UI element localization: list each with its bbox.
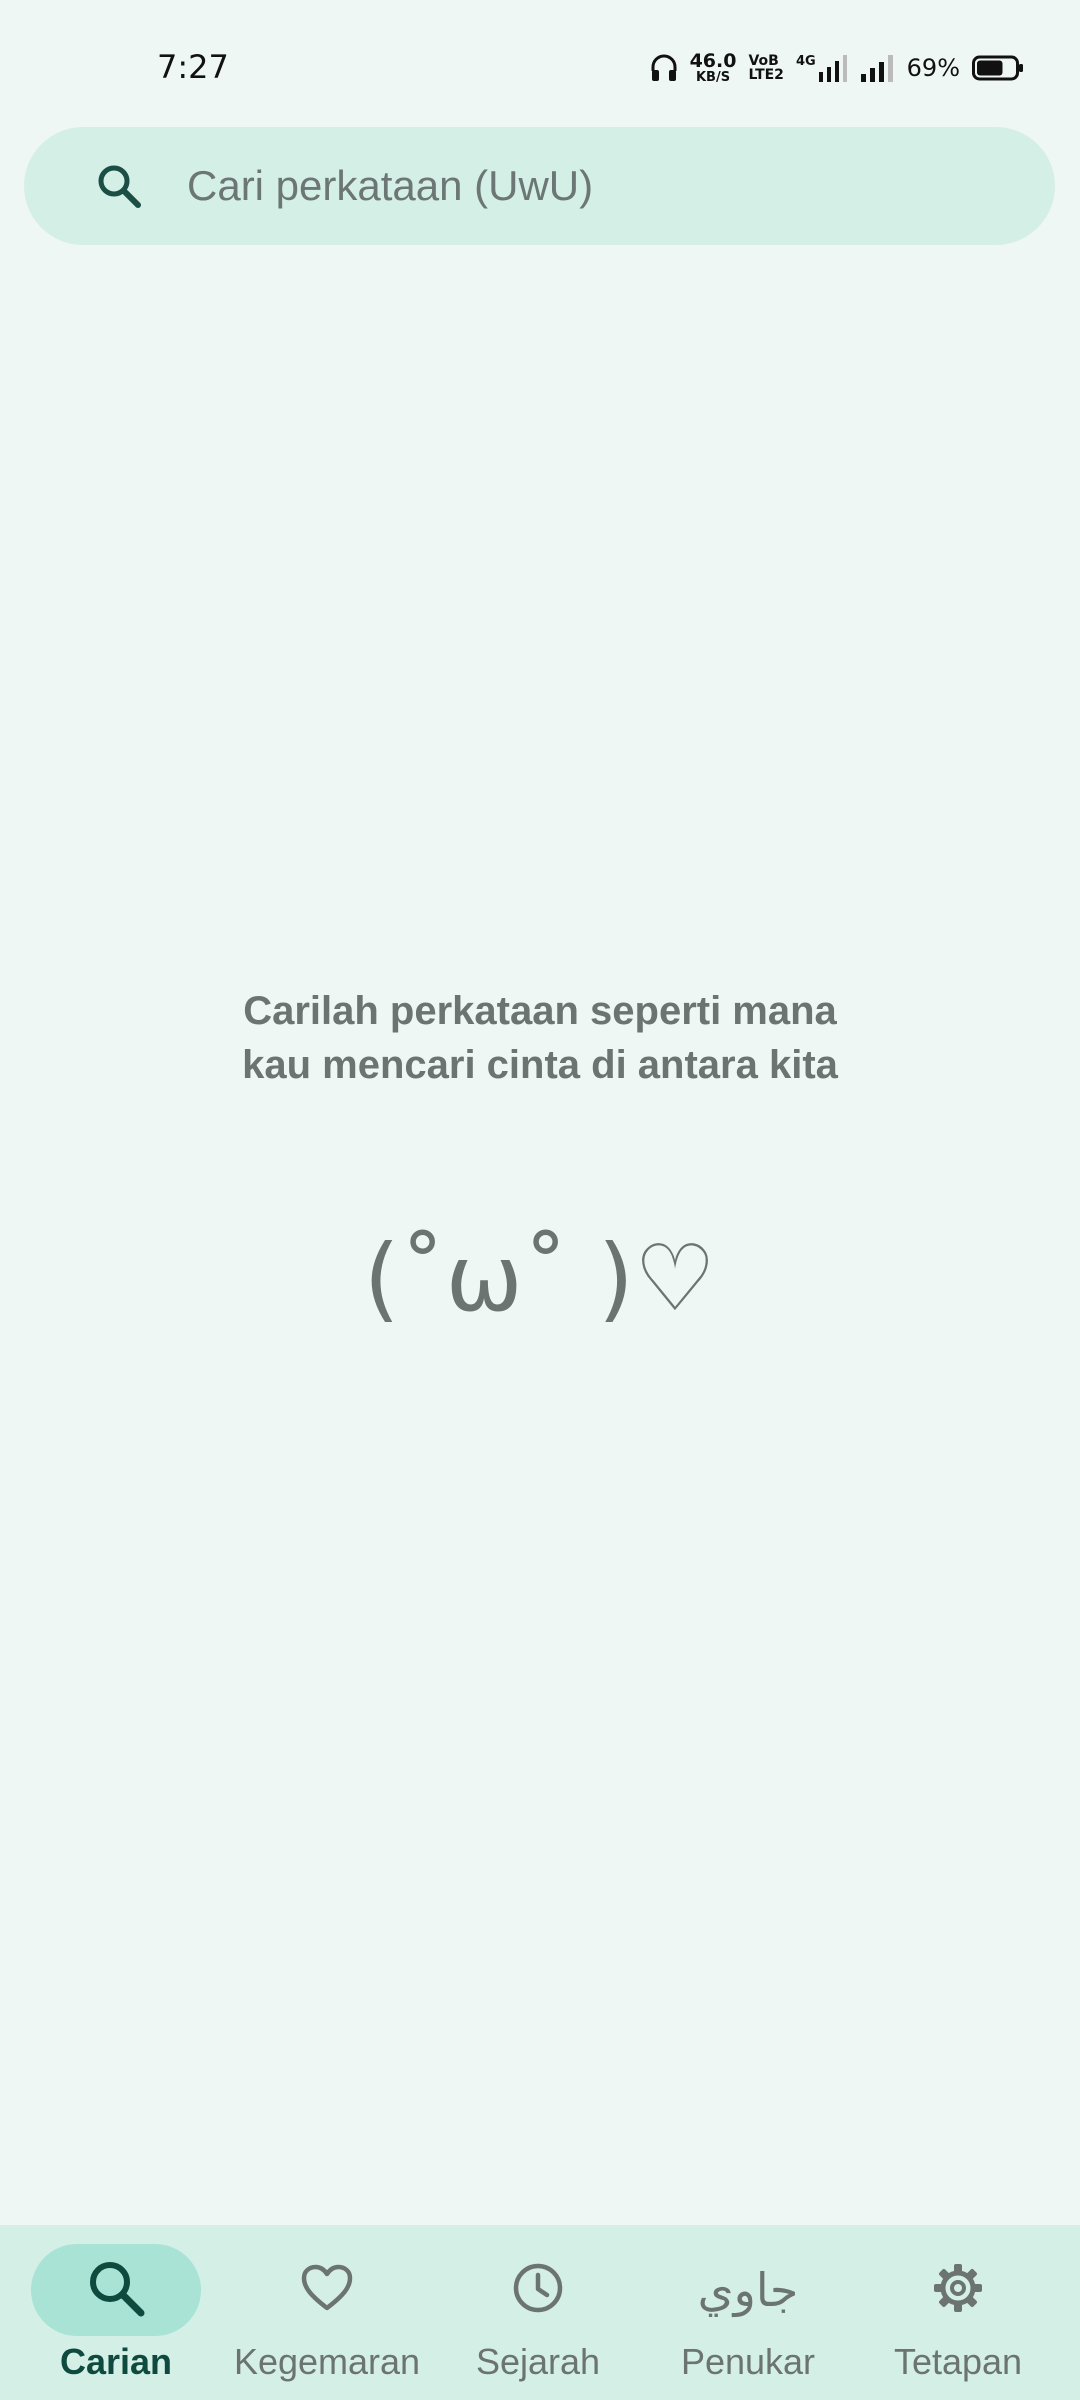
status-bar: 7:27 46.0 KB/S VoB LTE2 4G 69% — [0, 0, 1080, 120]
jawi-icon: جاوي — [697, 2263, 799, 2317]
nav-item-carian[interactable]: Carian — [8, 2225, 224, 2400]
nav-label-kegemaran: Kegemaran — [233, 2341, 421, 2382]
app-root: 7:27 46.0 KB/S VoB LTE2 4G 69% Cari perk… — [0, 0, 1080, 2400]
kaomoji: (˚ω˚ )♡ — [363, 1225, 717, 1332]
network-type: 4G — [795, 54, 816, 69]
volte-indicator: VoB LTE2 — [748, 54, 783, 82]
volte-bottom: LTE2 — [748, 67, 784, 83]
nav-icon-wrap — [873, 2244, 1043, 2336]
nav-item-sejarah[interactable]: Sejarah — [430, 2225, 646, 2400]
empty-state-line-1: Carilah perkataan seperti mana — [243, 989, 837, 1033]
nav-icon-wrap — [242, 2244, 412, 2336]
empty-state-line-2: kau mencari cinta di antara kita — [242, 1043, 838, 1087]
nav-item-tetapan[interactable]: Tetapan — [850, 2225, 1066, 2400]
search-bar[interactable] — [24, 127, 1055, 245]
nav-icon-wrap: جاوي — [663, 2244, 833, 2336]
battery-percent: 69% — [906, 54, 960, 82]
signal-icon — [860, 54, 895, 82]
empty-state-message: Carilah perkataan seperti mana kau menca… — [140, 984, 940, 1092]
headphones-icon — [650, 53, 678, 83]
network-speed: 46.0 KB/S — [689, 50, 737, 85]
search-input[interactable] — [187, 151, 1007, 221]
battery-icon — [972, 54, 1024, 82]
nav-icon-wrap — [453, 2244, 623, 2336]
signal-4g-icon: 4G — [796, 54, 849, 82]
net-speed-unit: KB/S — [695, 70, 731, 85]
status-icons: 46.0 KB/S VoB LTE2 4G 69% — [650, 48, 1024, 88]
heart-icon — [300, 2263, 354, 2318]
clock-icon — [511, 2261, 565, 2320]
search-icon — [85, 2257, 147, 2324]
volte-top: VoB — [748, 53, 779, 69]
nav-item-kegemaran[interactable]: Kegemaran — [219, 2225, 435, 2400]
net-speed-value: 46.0 — [689, 50, 737, 72]
search-icon[interactable] — [96, 163, 142, 209]
gear-icon — [931, 2261, 985, 2320]
status-time: 7:27 — [157, 48, 229, 86]
nav-item-penukar[interactable]: جاوي Penukar — [640, 2225, 856, 2400]
nav-label-penukar: Penukar — [680, 2341, 816, 2382]
nav-active-indicator — [31, 2244, 201, 2336]
bottom-navigation: Carian Kegemaran Sejarah جاوي Penukar Te… — [0, 2225, 1080, 2400]
nav-label-carian: Carian — [59, 2341, 173, 2382]
nav-label-sejarah: Sejarah — [475, 2341, 601, 2382]
nav-label-tetapan: Tetapan — [893, 2341, 1023, 2382]
